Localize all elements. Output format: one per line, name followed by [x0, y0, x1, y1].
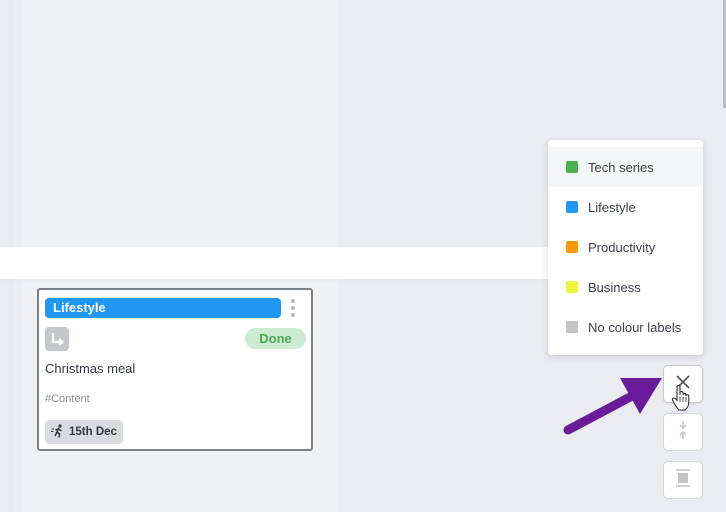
swimlane-header — [0, 247, 548, 279]
dropdown-item-label: Productivity — [588, 239, 656, 255]
expand-button[interactable] — [663, 461, 703, 499]
subtask-arrow-icon[interactable] — [45, 327, 69, 351]
dropdown-item-label: Tech series — [588, 159, 654, 175]
status-badge[interactable]: Done — [245, 328, 306, 349]
close-button[interactable] — [663, 365, 703, 403]
card-tag[interactable]: #Content — [45, 393, 90, 405]
dropdown-item-label: No colour labels — [588, 319, 682, 335]
card-label[interactable]: Lifestyle — [45, 298, 281, 318]
dropdown-item-label: Lifestyle — [588, 199, 636, 215]
due-date-text: 15th Dec — [69, 426, 117, 438]
swatch-icon — [566, 321, 578, 333]
collapse-button[interactable] — [663, 413, 703, 451]
running-person-icon — [51, 423, 65, 441]
expand-icon — [674, 468, 692, 493]
card-title: Christmas meal — [45, 361, 136, 376]
dropdown-item-lifestyle[interactable]: Lifestyle — [548, 187, 703, 227]
dropdown-item-business[interactable]: Business — [548, 267, 703, 307]
kebab-menu-icon[interactable] — [289, 299, 297, 317]
swatch-icon — [566, 241, 578, 253]
swatch-icon — [566, 161, 578, 173]
dropdown-item-label: Business — [588, 279, 641, 295]
task-card[interactable]: Lifestyle Done Christmas meal #Content 1… — [37, 288, 313, 451]
swatch-icon — [566, 201, 578, 213]
close-icon — [675, 374, 691, 395]
due-date-chip[interactable]: 15th Dec — [45, 420, 123, 444]
dropdown-item-no-colour[interactable]: No colour labels — [548, 307, 703, 347]
dropdown-item-tech-series[interactable]: Tech series — [548, 147, 703, 187]
dropdown-item-productivity[interactable]: Productivity — [548, 227, 703, 267]
collapse-icon — [675, 420, 691, 445]
swatch-icon — [566, 281, 578, 293]
label-filter-dropdown: Tech series Lifestyle Productivity Busin… — [548, 140, 703, 355]
